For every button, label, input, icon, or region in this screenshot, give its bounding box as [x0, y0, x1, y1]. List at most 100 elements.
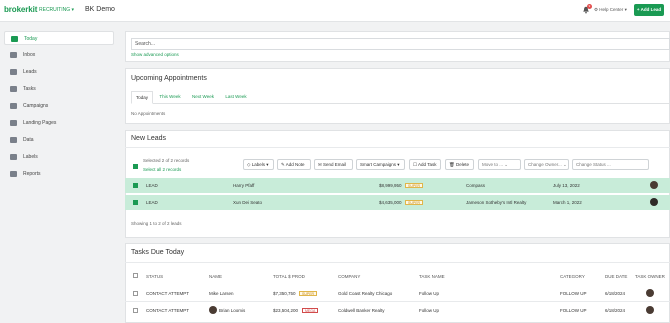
- tier-badge: SUPER: [405, 200, 424, 205]
- add-lead-button[interactable]: + Add Lead: [634, 4, 664, 16]
- appointments-title: Upcoming Appointments: [131, 75, 207, 82]
- task-company: Gold Coast Realty Chicago: [338, 291, 393, 296]
- product-switcher[interactable]: RECRUITING ▾: [39, 7, 74, 13]
- avatar: [650, 198, 658, 206]
- row-checkbox[interactable]: [133, 308, 138, 313]
- send-email-button[interactable]: ✉ Send Email: [314, 159, 353, 170]
- calendar-icon: [11, 36, 18, 42]
- account-name: BK Demo: [85, 6, 115, 13]
- column-header[interactable]: STATUS: [146, 274, 163, 279]
- divider: [125, 262, 670, 263]
- sidebar-item-data[interactable]: Data: [4, 133, 114, 147]
- avatar: [209, 306, 217, 314]
- brand-logo[interactable]: brokerkit: [4, 5, 37, 14]
- change-status-select[interactable]: Change Status ...: [572, 159, 649, 170]
- task-production: $7,350,750: [273, 291, 296, 296]
- row-checkbox[interactable]: [133, 183, 138, 188]
- task-lead-name[interactable]: Brian Loomis: [219, 308, 245, 313]
- row-checkbox[interactable]: [133, 200, 138, 205]
- task-category: FOLLOW UP: [560, 291, 587, 296]
- tier-badge: SUPER: [299, 291, 318, 296]
- row-name[interactable]: Harry Pfaff: [233, 183, 254, 188]
- tier-badge: MEGA: [302, 308, 319, 313]
- task-status: CONTACT ATTEMPT: [146, 291, 190, 296]
- task-category: FOLLOW UP: [560, 308, 587, 313]
- leads-icon: [10, 69, 17, 75]
- sidebar-item-labels[interactable]: Labels: [4, 150, 114, 164]
- row-company: Compass: [466, 183, 486, 188]
- sidebar-item-reports[interactable]: Reports: [4, 167, 114, 181]
- tasks-card: [125, 243, 670, 323]
- smart-campaigns-button[interactable]: Smart Campaigns ▾: [356, 159, 405, 170]
- task-name[interactable]: Follow Up: [419, 291, 439, 296]
- chart-icon: [10, 171, 17, 177]
- tab-this-week[interactable]: This Week: [156, 91, 184, 104]
- tasks-title: Tasks Due Today: [131, 249, 185, 256]
- task-due-date: 6/18/2024: [605, 291, 626, 296]
- row-company: Jameson Sotheby's Intl Realty: [466, 200, 527, 205]
- row-status: LEAD: [146, 183, 158, 188]
- select-all-link[interactable]: Select all 2 records: [143, 167, 181, 172]
- sidebar-item-landing-pages[interactable]: Landing Pages: [4, 116, 114, 130]
- tab-today[interactable]: Today: [131, 91, 153, 104]
- task-due-date: 6/18/2024: [605, 308, 626, 313]
- change-owner-select[interactable]: Change Owner... ⌄: [524, 159, 569, 170]
- sidebar-item-inbox[interactable]: Inbox: [4, 48, 114, 62]
- task-status: CONTACT ATTEMPT: [146, 308, 190, 313]
- sidebar: Today Inbox Leads Tasks Campaigns Landin…: [0, 22, 120, 323]
- add-note-button[interactable]: ✎ Add Note: [277, 159, 311, 170]
- row-checkbox[interactable]: [133, 291, 138, 296]
- data-icon: [10, 137, 17, 143]
- advanced-options-link[interactable]: Show advanced options: [131, 52, 179, 57]
- sidebar-item-tasks[interactable]: Tasks: [4, 82, 114, 96]
- top-bar: brokerkit RECRUITING ▾ BK Demo 9 ⚙ Help …: [0, 0, 670, 22]
- search-input[interactable]: Search...: [131, 38, 670, 50]
- inbox-icon: [10, 52, 17, 58]
- new-leads-title: New Leads: [131, 135, 167, 142]
- tab-last-week[interactable]: Last Week: [222, 91, 250, 104]
- tag-icon: [10, 154, 17, 160]
- sidebar-item-today[interactable]: Today: [4, 31, 114, 45]
- task-company: Coldwell Banker Realty: [338, 308, 385, 313]
- notification-count: 9: [587, 4, 592, 9]
- column-header[interactable]: NAME: [209, 274, 222, 279]
- sidebar-item-campaigns[interactable]: Campaigns: [4, 99, 114, 113]
- add-task-button[interactable]: ☐ Add Task: [409, 159, 441, 170]
- row-date: March 1, 2022: [553, 200, 582, 205]
- task-lead-name[interactable]: Mike Larsen: [209, 291, 234, 296]
- column-header[interactable]: COMPANY: [338, 274, 360, 279]
- task-production: $23,504,200: [273, 308, 299, 313]
- column-header[interactable]: DUE DATE: [605, 274, 627, 279]
- megaphone-icon: [10, 103, 17, 109]
- delete-button[interactable]: 🗑 Delete: [445, 159, 474, 170]
- tab-next-week[interactable]: Next Week: [189, 91, 217, 104]
- avatar: [646, 289, 654, 297]
- no-appointments-text: No Appointments: [131, 111, 166, 116]
- select-all-checkbox[interactable]: [133, 164, 138, 169]
- table-row[interactable]: LEAD Xun Dei Seato $4,635,000 SUPER Jame…: [125, 195, 670, 210]
- labels-button[interactable]: ◇ Labels ▾: [243, 159, 274, 170]
- tier-badge: SUPER: [405, 183, 424, 188]
- landing-page-icon: [10, 120, 17, 126]
- help-center-menu[interactable]: ⚙ Help Center ▾: [594, 7, 627, 13]
- row-production: $4,635,000: [379, 200, 402, 205]
- divider: [125, 301, 670, 302]
- sidebar-item-leads[interactable]: Leads: [4, 65, 114, 79]
- leads-footer: Showing 1 to 2 of 2 leads: [131, 221, 182, 226]
- tasks-select-all-checkbox[interactable]: [133, 273, 138, 278]
- column-header[interactable]: TASK OWNER: [635, 274, 665, 279]
- avatar: [650, 181, 658, 189]
- avatar: [646, 306, 654, 314]
- table-row[interactable]: LEAD Harry Pfaff $8,999,950 SUPER Compas…: [125, 178, 670, 193]
- column-header[interactable]: TOTAL $ PROD: [273, 274, 305, 279]
- column-header[interactable]: CATEGORY: [560, 274, 585, 279]
- row-name[interactable]: Xun Dei Seato: [233, 200, 262, 205]
- divider: [125, 147, 670, 148]
- appointments-tabs: Today This Week Next Week Last Week: [131, 91, 670, 104]
- selected-count: Selected 2 of 2 records: [143, 158, 190, 163]
- row-date: July 13, 2022: [553, 183, 580, 188]
- column-header[interactable]: TASK NAME: [419, 274, 445, 279]
- tasks-icon: [10, 86, 17, 92]
- move-to-select[interactable]: Move to ... ⌄: [478, 159, 521, 170]
- task-name[interactable]: Follow Up: [419, 308, 439, 313]
